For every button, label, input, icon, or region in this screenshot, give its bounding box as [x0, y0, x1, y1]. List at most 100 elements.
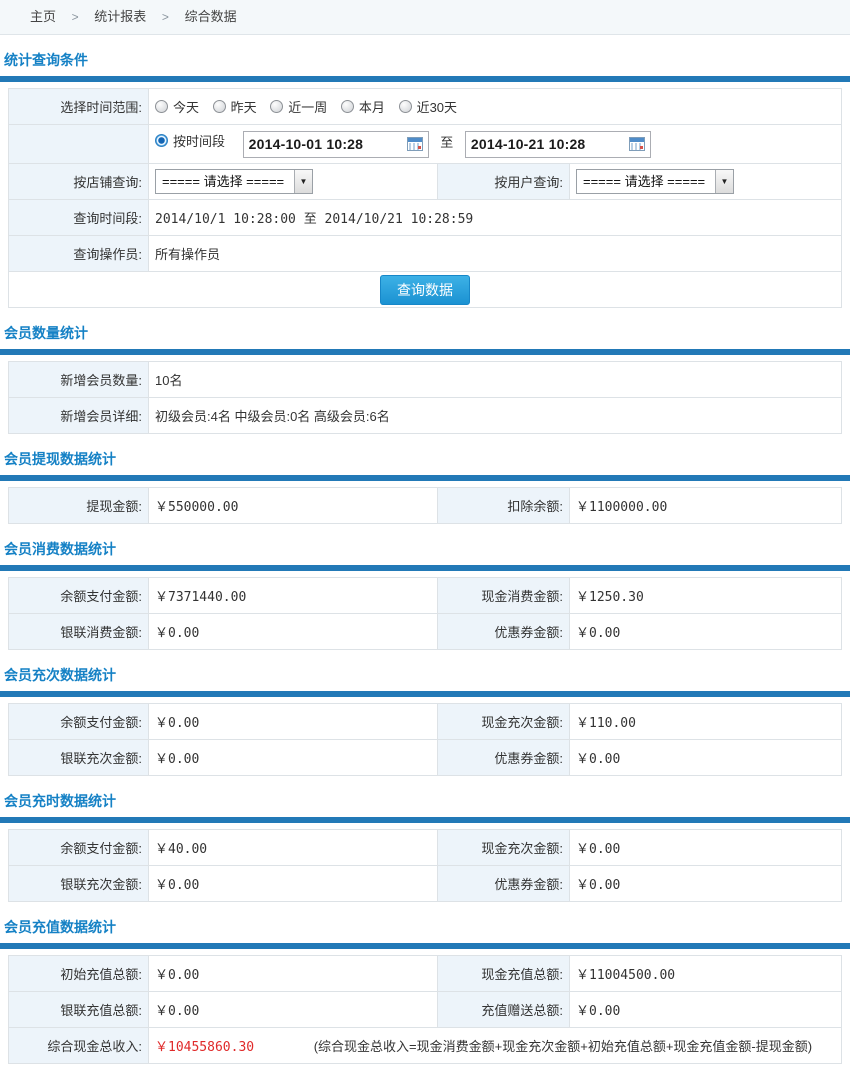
section-title-recharge-times: 会员充次数据统计: [4, 665, 850, 685]
section-title-consume: 会员消费数据统计: [4, 539, 850, 559]
section-divider-bar: [0, 475, 850, 481]
radio-today-label: 今天: [173, 97, 199, 116]
operator-row: 查询操作员: 所有操作员: [9, 236, 842, 272]
stat-label: 提现金额:: [9, 488, 149, 524]
table-row: 银联充次金额: ￥0.00 优惠券金额: ￥0.00: [9, 740, 842, 776]
recharge-value-table: 初始充值总额: ￥0.00 现金充值总额: ￥11004500.00 银联充值总…: [8, 955, 842, 1064]
section-divider-bar: [0, 691, 850, 697]
query-period-row: 查询时间段: 2014/10/1 10:28:00 至 2014/10/21 1…: [9, 200, 842, 236]
radio-last-30-days[interactable]: 近30天: [399, 97, 457, 116]
section-title-recharge-time: 会员充时数据统计: [4, 791, 850, 811]
query-period-value: 2014/10/1 10:28:00 至 2014/10/21 10:28:59: [149, 200, 842, 236]
submit-cell: 查询数据: [9, 272, 842, 308]
stat-label: 充值赠送总额:: [438, 992, 570, 1028]
user-select[interactable]: ===== 请选择 ===== ▼: [576, 169, 734, 194]
section-divider-bar: [0, 565, 850, 571]
stat-value: ￥40.00: [149, 830, 438, 866]
new-members-label: 新增会员数量:: [9, 362, 149, 398]
radio-icon: [399, 100, 412, 113]
radio-last-30-days-label: 近30天: [417, 97, 457, 116]
radio-icon: [155, 100, 168, 113]
stat-label: 初始充值总额:: [9, 956, 149, 992]
table-row: 银联充次金额: ￥0.00 优惠券金额: ￥0.00: [9, 866, 842, 902]
stat-value: ￥0.00: [570, 866, 842, 902]
stat-label: 余额支付金额:: [9, 704, 149, 740]
breadcrumb-current: 综合数据: [185, 9, 237, 24]
breadcrumb-report[interactable]: 统计报表: [94, 9, 146, 24]
to-label: 至: [440, 135, 453, 150]
section-title-query-conditions: 统计查询条件: [4, 50, 850, 70]
section-divider-bar: [0, 817, 850, 823]
stat-label: 优惠券金额:: [438, 740, 570, 776]
date-from-input[interactable]: 2014-10-01 10:28: [243, 131, 429, 158]
stat-label: 现金消费金额:: [438, 578, 570, 614]
chevron-down-icon: ▼: [715, 170, 733, 193]
table-row: 余额支付金额: ￥7371440.00 现金消费金额: ￥1250.30: [9, 578, 842, 614]
recharge-times-table: 余额支付金额: ￥0.00 现金充次金额: ￥110.00 银联充次金额: ￥0…: [8, 703, 842, 776]
breadcrumb-separator: >: [162, 10, 169, 24]
stat-value: ￥7371440.00: [149, 578, 438, 614]
recharge-time-table: 余额支付金额: ￥40.00 现金充次金额: ￥0.00 银联充次金额: ￥0.…: [8, 829, 842, 902]
section-title-member-count: 会员数量统计: [4, 323, 850, 343]
shop-query-label: 按店铺查询:: [9, 164, 149, 200]
chevron-down-icon: ▼: [294, 170, 312, 193]
stat-value: ￥0.00: [149, 614, 438, 650]
stat-label: 银联充次金额:: [9, 740, 149, 776]
calendar-icon[interactable]: [407, 137, 423, 151]
user-select-value: ===== 请选择 =====: [577, 170, 715, 193]
withdraw-table: 提现金额: ￥550000.00 扣除余额: ￥1100000.00: [8, 487, 842, 524]
table-row: 余额支付金额: ￥40.00 现金充次金额: ￥0.00: [9, 830, 842, 866]
new-members-value: 10名: [149, 362, 842, 398]
table-row: 初始充值总额: ￥0.00 现金充值总额: ￥11004500.00: [9, 956, 842, 992]
stat-label: 银联充值总额:: [9, 992, 149, 1028]
query-form-table: 选择时间范围: 今天 昨天 近一周 本月 近30天 按时间段 2014-10-0…: [8, 88, 842, 308]
new-members-detail-label: 新增会员详细:: [9, 398, 149, 434]
stat-label: 现金充次金额:: [438, 830, 570, 866]
radio-yesterday-label: 昨天: [231, 97, 257, 116]
radio-last-week-label: 近一周: [288, 97, 327, 116]
radio-yesterday[interactable]: 昨天: [213, 97, 257, 116]
query-data-button[interactable]: 查询数据: [380, 275, 470, 305]
section-title-recharge-value: 会员充值数据统计: [4, 917, 850, 937]
radio-icon: [270, 100, 283, 113]
time-range-options: 今天 昨天 近一周 本月 近30天: [149, 89, 842, 125]
new-members-detail-value: 初级会员:4名 中级会员:0名 高级会员:6名: [149, 398, 842, 434]
date-to-input[interactable]: 2014-10-21 10:28: [465, 131, 651, 158]
radio-this-month-label: 本月: [359, 97, 385, 116]
section-divider-bar: [0, 76, 850, 82]
page: 主页 > 统计报表 > 综合数据 统计查询条件 选择时间范围: 今天 昨天 近一…: [0, 0, 850, 1074]
stat-value: ￥0.00: [149, 740, 438, 776]
stat-value: ￥1100000.00: [570, 488, 842, 524]
stat-value: ￥110.00: [570, 704, 842, 740]
breadcrumb-separator: >: [72, 10, 79, 24]
radio-this-month[interactable]: 本月: [341, 97, 385, 116]
period-row: 按时间段 2014-10-01 10:28 至 2014-10-21 10:28: [9, 125, 842, 164]
stat-value: ￥11004500.00: [570, 956, 842, 992]
stat-label: 现金充值总额:: [438, 956, 570, 992]
shop-select-cell: ===== 请选择 ===== ▼: [149, 164, 438, 200]
table-row: 银联消费金额: ￥0.00 优惠券金额: ￥0.00: [9, 614, 842, 650]
stat-label: 优惠券金额:: [438, 866, 570, 902]
select-row: 按店铺查询: ===== 请选择 ===== ▼ 按用户查询: ===== 请选…: [9, 164, 842, 200]
stat-label: 银联消费金额:: [9, 614, 149, 650]
stat-value: ￥0.00: [570, 830, 842, 866]
shop-select[interactable]: ===== 请选择 ===== ▼: [155, 169, 313, 194]
section-title-withdraw: 会员提现数据统计: [4, 449, 850, 469]
radio-by-period[interactable]: 按时间段: [155, 131, 225, 150]
stat-value: ￥0.00: [570, 992, 842, 1028]
total-income-formula: (综合现金总收入=现金消费金额+现金充次金额+初始充值总额+现金充值金额-提现金…: [314, 1039, 812, 1054]
calendar-icon[interactable]: [629, 137, 645, 151]
radio-today[interactable]: 今天: [155, 97, 199, 116]
radio-icon: [213, 100, 226, 113]
radio-checked-icon: [155, 134, 168, 147]
consume-table: 余额支付金额: ￥7371440.00 现金消费金额: ￥1250.30 银联消…: [8, 577, 842, 650]
stat-value: ￥1250.30: [570, 578, 842, 614]
breadcrumb: 主页 > 统计报表 > 综合数据: [0, 0, 850, 35]
stat-label: 优惠券金额:: [438, 614, 570, 650]
member-count-table: 新增会员数量: 10名 新增会员详细: 初级会员:4名 中级会员:0名 高级会员…: [8, 361, 842, 434]
total-income-label: 综合现金总收入:: [9, 1028, 149, 1064]
radio-last-week[interactable]: 近一周: [270, 97, 327, 116]
table-row: 新增会员详细: 初级会员:4名 中级会员:0名 高级会员:6名: [9, 398, 842, 434]
stat-value: ￥0.00: [149, 956, 438, 992]
breadcrumb-home[interactable]: 主页: [30, 9, 56, 24]
